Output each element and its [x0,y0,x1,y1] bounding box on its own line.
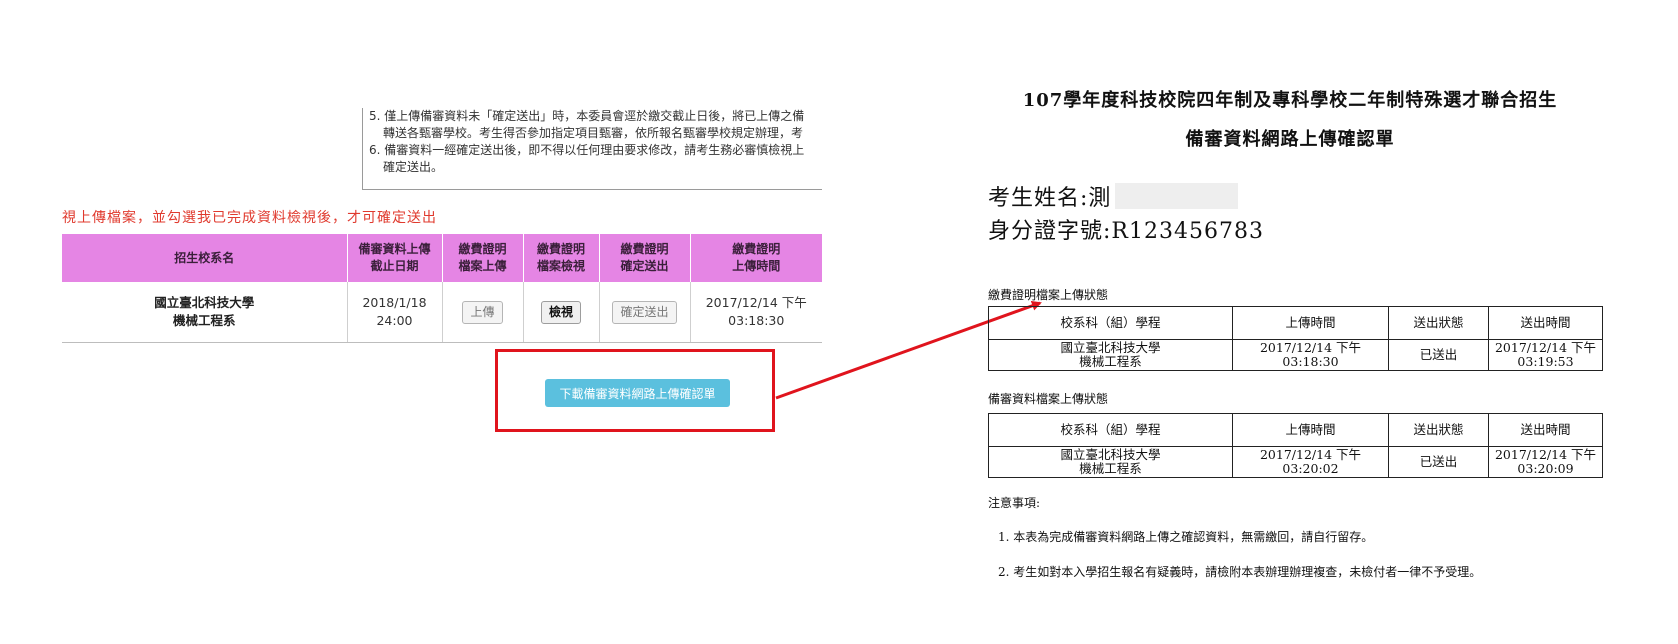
document-subtitle: 備審資料網路上傳確認單 [1185,129,1395,150]
payment-status-table: 校系科（組）學程 上傳時間 送出狀態 送出時間 國立臺北科技大學 機械工程系 20… [988,306,1603,371]
table-row: 國立臺北科技大學 機械工程系 2017/12/14 下午 03:20:02 已送出 … [988,446,1603,478]
name-label: 考生姓名: [988,186,1089,211]
document-title: 107學年度科技校院四年制及專科學校二年制特殊選才聯合招生 [1022,90,1558,111]
note-line: 1. 本表為完成備審資料網路上傳之確認資料，無需繳回，請自行留存。 [998,530,1374,544]
name-value: 測 [1088,186,1112,211]
id-number-row: 身分證字號:R123456783 [988,213,1264,245]
note-line: 2. 考生如對本入學招生報名有疑義時，請檢附本表辦理辦理複查，未檢付者一律不予受… [998,565,1482,579]
id-value: R123456783 [1111,219,1264,244]
review-section-title: 備審資料檔案上傳狀態 [988,392,1109,406]
table-header-row: 校系科（組）學程 上傳時間 送出狀態 送出時間 [988,413,1603,447]
review-status-table: 校系科（組）學程 上傳時間 送出狀態 送出時間 國立臺北科技大學 機械工程系 20… [988,413,1603,478]
table-row: 國立臺北科技大學 機械工程系 2017/12/14 下午 03:18:30 已送出 … [988,339,1603,371]
payment-section-title: 繳費證明檔案上傳狀態 [988,288,1109,302]
notes-title: 注意事項: [988,496,1041,510]
redaction-block [1115,183,1238,209]
candidate-name-row: 考生姓名:測 [988,180,1111,212]
table-header-row: 校系科（組）學程 上傳時間 送出狀態 送出時間 [988,306,1603,340]
id-label: 身分證字號: [988,219,1112,244]
